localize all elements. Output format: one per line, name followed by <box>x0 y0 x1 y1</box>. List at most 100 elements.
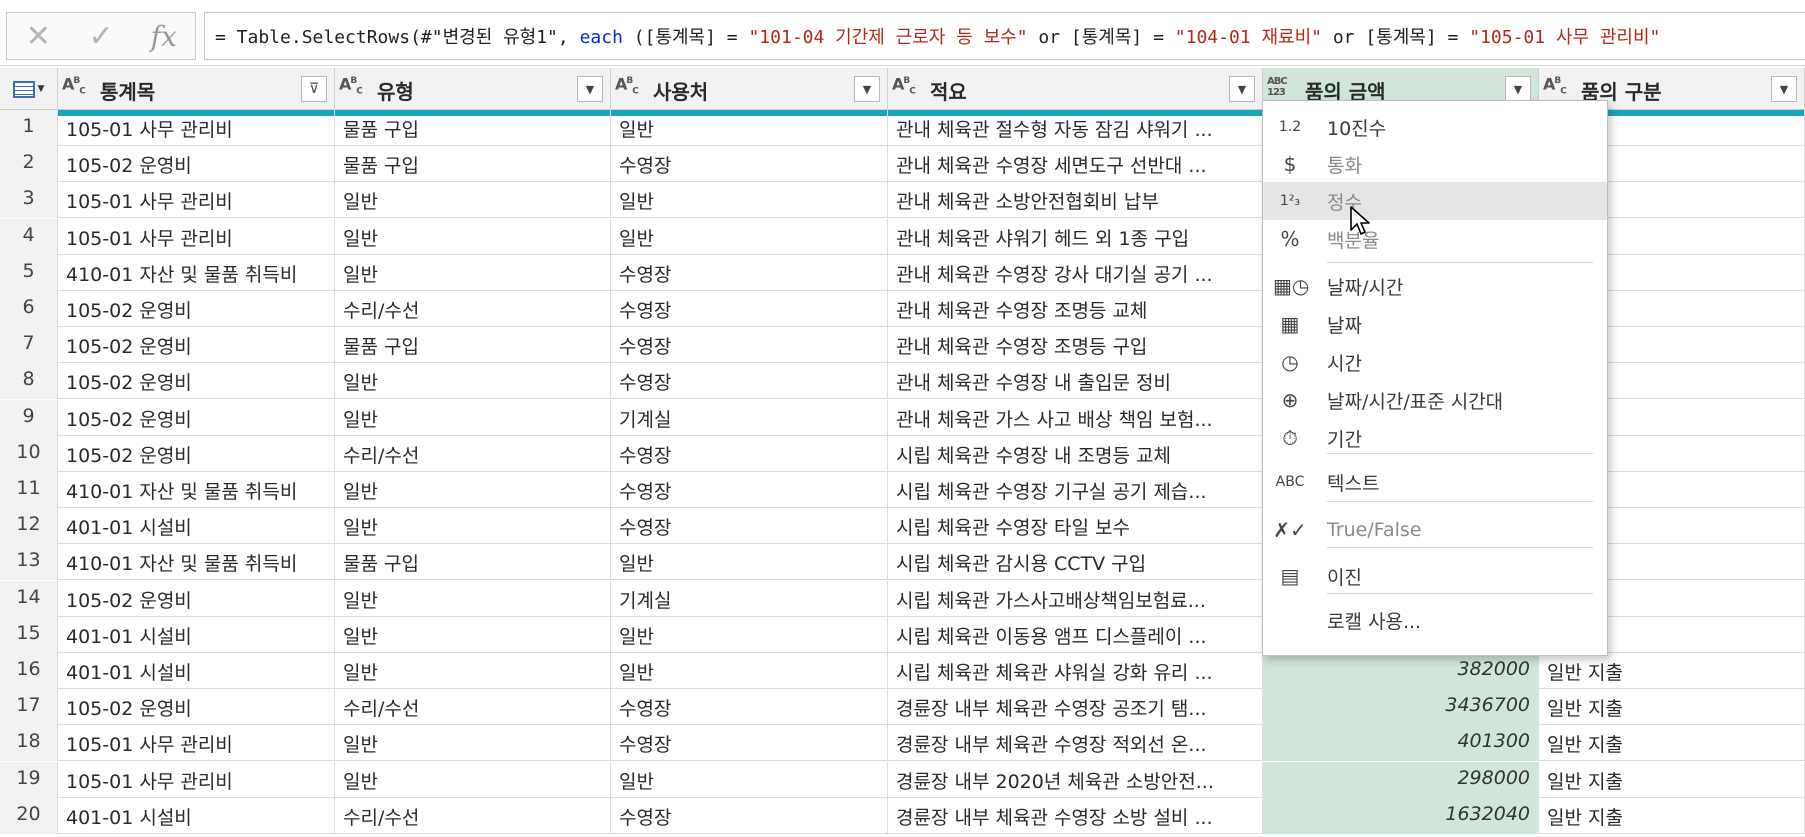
table-cell[interactable]: 경륜장 내부 체육관 수영장 소방 설비 ... <box>888 797 1263 834</box>
table-cell[interactable]: 수리/수선 <box>335 689 611 726</box>
table-cell[interactable]: 일반 <box>335 725 611 762</box>
table-cell[interactable]: 105-02 운영비 <box>58 399 335 436</box>
table-cell[interactable]: 401-01 시설비 <box>58 508 335 545</box>
type-menu-item[interactable]: 1²₃ 정수 <box>1263 182 1607 220</box>
table-cell[interactable]: 시립 체육관 이동용 앰프 디스플레이 ... <box>888 616 1263 653</box>
table-cell[interactable]: 관내 체육관 수영장 강사 대기실 공기 ... <box>888 254 1263 291</box>
table-cell[interactable]: 105-01 사무 관리비 <box>58 761 335 798</box>
table-cell[interactable]: 일반 지출 <box>1539 797 1805 834</box>
close-icon[interactable]: ✕ <box>7 13 70 59</box>
table-cell[interactable]: 경륜장 내부 체육관 수영장 적외선 온... <box>888 725 1263 762</box>
table-cell[interactable]: 410-01 자산 및 물품 취득비 <box>58 254 335 291</box>
table-cell[interactable]: 105-02 운영비 <box>58 327 335 364</box>
table-cell[interactable]: 일반 <box>335 653 611 689</box>
table-cell[interactable]: 경륜장 내부 2020년 체육관 소방안전... <box>888 761 1263 798</box>
text-type-icon[interactable]: ABC <box>62 76 86 98</box>
type-menu-item[interactable]: ✗✓ True/False <box>1263 511 1607 549</box>
column-header-4[interactable]: ABC 적요 ▼ <box>888 68 1263 110</box>
type-menu-item[interactable]: ABC 텍스트 <box>1263 463 1607 501</box>
formula-input[interactable]: = Table.SelectRows(#"변경된 유형1", each ([통계… <box>204 12 1805 60</box>
table-cell[interactable]: 105-02 운영비 <box>58 146 335 183</box>
table-cell[interactable]: 수리/수선 <box>335 435 611 472</box>
chevron-down-icon[interactable]: ▼ <box>1771 76 1797 102</box>
row-number[interactable]: 8 <box>0 363 58 400</box>
table-cell[interactable]: 물품 구입 <box>335 146 611 183</box>
row-number[interactable]: 5 <box>0 254 58 291</box>
table-cell[interactable]: 일반 지출 <box>1539 653 1805 689</box>
chevron-down-icon[interactable]: ▼ <box>854 76 880 102</box>
table-cell[interactable]: 관내 체육관 수영장 조명등 구입 <box>888 327 1263 364</box>
row-number[interactable]: 6 <box>0 291 58 327</box>
table-cell[interactable]: 시립 체육관 체육관 샤워실 강화 유리 ... <box>888 653 1263 689</box>
row-number[interactable]: 12 <box>0 508 58 545</box>
table-cell[interactable]: 일반 <box>611 110 888 146</box>
row-number[interactable]: 9 <box>0 399 58 436</box>
amount-cell[interactable]: 1632040 <box>1263 797 1539 834</box>
chevron-down-icon[interactable]: ▼ <box>577 76 603 102</box>
type-menu-item[interactable]: ▦ 날짜 <box>1263 305 1607 343</box>
row-number[interactable]: 20 <box>0 797 58 834</box>
type-menu-item[interactable]: 1.2 10진수 <box>1263 108 1607 146</box>
any-type-icon[interactable]: ABC 123 <box>1267 76 1288 98</box>
column-header-1[interactable]: ABC 통계목 ⊽ <box>58 68 335 110</box>
table-cell[interactable]: 105-01 사무 관리비 <box>58 218 335 255</box>
table-cell[interactable]: 410-01 자산 및 물품 취득비 <box>58 544 335 581</box>
table-cell[interactable]: 수영장 <box>611 146 888 183</box>
table-cell[interactable]: 수영장 <box>611 291 888 327</box>
row-number[interactable]: 16 <box>0 653 58 689</box>
table-cell[interactable]: 수리/수선 <box>335 291 611 327</box>
table-cell[interactable]: 관내 체육관 가스 사고 배상 책임 보험... <box>888 399 1263 436</box>
fx-icon[interactable]: fx <box>132 13 195 59</box>
row-number[interactable]: 19 <box>0 761 58 798</box>
row-number[interactable]: 17 <box>0 689 58 726</box>
table-cell[interactable]: 관내 체육관 수영장 조명등 교체 <box>888 291 1263 327</box>
table-cell[interactable]: 물품 구입 <box>335 110 611 146</box>
table-cell[interactable]: 수영장 <box>611 435 888 472</box>
table-cell[interactable]: 105-02 운영비 <box>58 363 335 400</box>
type-menu-item[interactable]: ⏱ 기간 <box>1263 419 1607 457</box>
table-cell[interactable]: 일반 지출 <box>1539 725 1805 762</box>
text-type-icon[interactable]: ABC <box>1543 76 1567 98</box>
table-cell[interactable]: 105-02 운영비 <box>58 689 335 726</box>
table-cell[interactable]: 일반 <box>335 363 611 400</box>
amount-cell[interactable]: 401300 <box>1263 725 1539 762</box>
row-number[interactable]: 7 <box>0 327 58 364</box>
table-cell[interactable]: 물품 구입 <box>335 327 611 364</box>
table-cell[interactable]: 관내 체육관 절수형 자동 잠김 샤워기 ... <box>888 110 1263 146</box>
table-cell[interactable]: 일반 <box>335 182 611 219</box>
row-number[interactable]: 4 <box>0 218 58 255</box>
table-cell[interactable]: 105-01 사무 관리비 <box>58 182 335 219</box>
table-cell[interactable]: 105-01 사무 관리비 <box>58 110 335 146</box>
column-header-3[interactable]: ABC 사용처 ▼ <box>611 68 888 110</box>
table-cell[interactable]: 시립 체육관 수영장 기구실 공기 제습... <box>888 472 1263 508</box>
table-cell[interactable]: 관내 체육관 수영장 세면도구 선반대 ... <box>888 146 1263 183</box>
table-cell[interactable]: 일반 <box>611 218 888 255</box>
table-cell[interactable]: 105-02 운영비 <box>58 580 335 617</box>
column-header-2[interactable]: ABC 유형 ▼ <box>335 68 611 110</box>
row-number[interactable]: 3 <box>0 182 58 219</box>
table-cell[interactable]: 물품 구입 <box>335 544 611 581</box>
table-cell[interactable]: 401-01 시설비 <box>58 797 335 834</box>
table-cell[interactable]: 일반 <box>335 616 611 653</box>
table-cell[interactable]: 일반 지출 <box>1539 761 1805 798</box>
type-menu-item[interactable]: ▦◷ 날짜/시간 <box>1263 267 1607 305</box>
table-cell[interactable]: 수리/수선 <box>335 797 611 834</box>
table-cell[interactable]: 일반 <box>335 218 611 255</box>
table-cell[interactable]: 105-01 사무 관리비 <box>58 725 335 762</box>
amount-cell[interactable]: 298000 <box>1263 761 1539 798</box>
table-cell[interactable]: 수영장 <box>611 725 888 762</box>
row-number[interactable]: 13 <box>0 544 58 581</box>
amount-cell[interactable]: 3436700 <box>1263 689 1539 726</box>
table-cell[interactable]: 수영장 <box>611 327 888 364</box>
row-number[interactable]: 15 <box>0 616 58 653</box>
table-cell[interactable]: 수영장 <box>611 254 888 291</box>
type-menu-item[interactable]: ◷ 시간 <box>1263 343 1607 381</box>
table-cell[interactable]: 시립 체육관 수영장 내 조명등 교체 <box>888 435 1263 472</box>
table-cell[interactable]: 일반 <box>335 508 611 545</box>
table-cell[interactable]: 일반 <box>335 254 611 291</box>
table-cell[interactable]: 일반 <box>611 761 888 798</box>
type-menu-item[interactable]: ⊕ 날짜/시간/표준 시간대 <box>1263 381 1607 419</box>
table-cell[interactable]: 401-01 시설비 <box>58 616 335 653</box>
row-number[interactable]: 11 <box>0 472 58 508</box>
table-cell[interactable]: 일반 <box>611 616 888 653</box>
